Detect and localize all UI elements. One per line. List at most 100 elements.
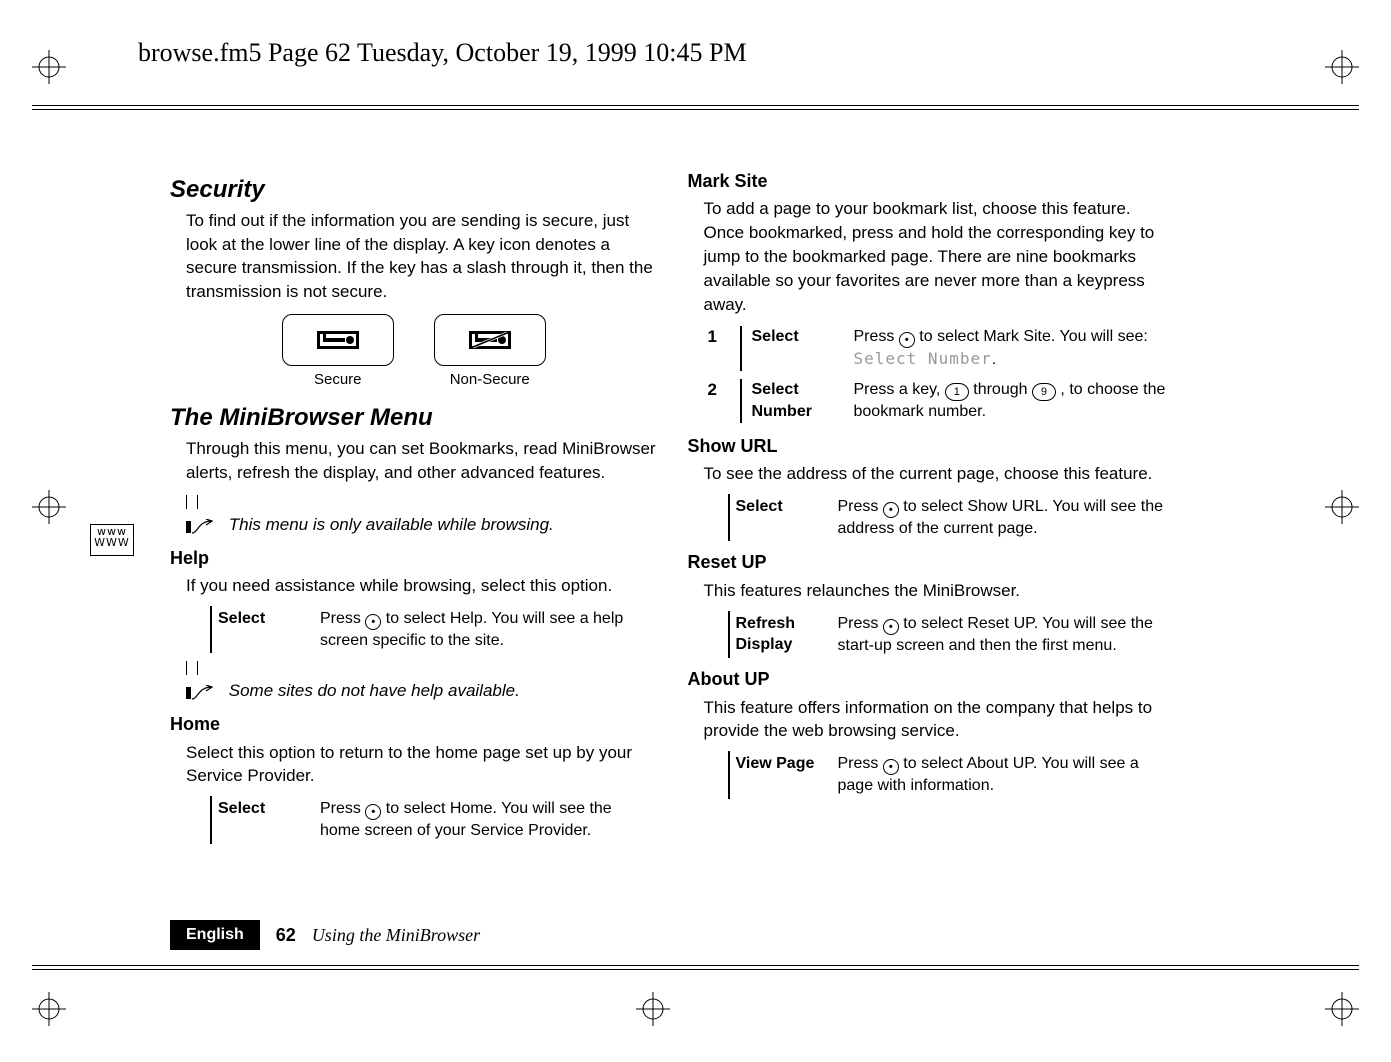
- reset-refresh-label: Refresh Display: [736, 613, 824, 657]
- text: Press: [854, 328, 899, 345]
- text: to select Help. You will see a help scre…: [320, 610, 623, 649]
- about-up-step-table: View Page Press • to select About UP. Yo…: [728, 751, 1176, 799]
- select-key-icon: •: [365, 614, 381, 630]
- left-column: Security To find out if the information …: [170, 170, 658, 848]
- select-key-icon: •: [365, 804, 381, 820]
- about-up-body: This feature offers information on the c…: [704, 696, 1176, 744]
- security-heading: Security: [170, 176, 658, 205]
- reset-refresh-desc: Press • to select Reset UP. You will see…: [838, 613, 1170, 657]
- mark-site-paragraph: To add a page to your bookmark list, cho…: [704, 197, 1176, 316]
- nonsecure-caption: Non-Secure: [434, 370, 546, 390]
- secure-figure: Secure: [282, 314, 394, 390]
- reset-up-paragraph: This features relaunches the MiniBrowser…: [704, 579, 1176, 603]
- table-row: Select Press • to select Home. You will …: [210, 796, 658, 844]
- table-row: Select Press • to select Show URL. You w…: [728, 494, 1176, 542]
- select-key-icon: •: [883, 759, 899, 775]
- note-icon: [186, 659, 220, 675]
- about-view-desc: Press • to select About UP. You will see…: [838, 753, 1170, 797]
- lcd-text: Select Number: [854, 349, 992, 368]
- mark-site-body: To add a page to your bookmark list, cho…: [704, 197, 1176, 316]
- help-paragraph: If you need assistance while browsing, s…: [186, 574, 658, 598]
- text: Press: [838, 498, 883, 515]
- www-margin-icon: www WWW: [90, 524, 134, 556]
- top-rule-2: [32, 109, 1359, 110]
- about-view-label: View Page: [736, 753, 824, 797]
- security-figures: Secure Non-Secure: [170, 314, 658, 390]
- select-key-icon: •: [883, 502, 899, 518]
- www-icon-bot: WWW: [91, 537, 133, 548]
- right-column: Mark Site To add a page to your bookmark…: [688, 170, 1176, 848]
- mark-number-label: Select Number: [752, 379, 840, 423]
- table-row: View Page Press • to select About UP. Yo…: [728, 751, 1176, 799]
- help-body: If you need assistance while browsing, s…: [186, 574, 658, 598]
- registration-mark-tl: [32, 50, 66, 84]
- text: Press: [838, 755, 883, 772]
- show-url-select-label: Select: [736, 496, 824, 540]
- secure-caption: Secure: [282, 370, 394, 390]
- help-select-desc: Press • to select Help. You will see a h…: [320, 608, 652, 652]
- bottom-rule-2: [32, 969, 1359, 970]
- mark-site-step-table: 1 Select Press • to select Mark Site. Yo…: [702, 324, 1176, 424]
- mark-select-desc: Press • to select Mark Site. You will se…: [854, 326, 1170, 371]
- nonsecure-figure: Non-Secure: [434, 314, 546, 390]
- registration-mark-bl: [32, 992, 66, 1026]
- registration-mark-tr: [1325, 50, 1359, 84]
- help-heading: Help: [170, 547, 658, 570]
- reset-up-step-table: Refresh Display Press • to select Reset …: [728, 611, 1176, 659]
- top-rule: [32, 105, 1359, 106]
- home-step-table: Select Press • to select Home. You will …: [210, 796, 658, 844]
- text: through: [973, 381, 1032, 398]
- select-key-icon: •: [883, 619, 899, 635]
- show-url-paragraph: To see the address of the current page, …: [704, 462, 1176, 486]
- registration-mark-bc: [636, 992, 670, 1026]
- footer-section-title: Using the MiniBrowser: [312, 923, 480, 947]
- security-paragraph: To find out if the information you are s…: [186, 209, 658, 304]
- text: Press: [320, 800, 365, 817]
- nonsecure-key-icon: [434, 314, 546, 366]
- language-badge: English: [170, 920, 260, 950]
- keypad-1-icon: 1: [945, 383, 969, 401]
- reset-up-heading: Reset UP: [688, 551, 1176, 574]
- text: Press: [320, 610, 365, 627]
- secure-key-icon: [282, 314, 394, 366]
- note-icon: [186, 493, 220, 509]
- show-url-step-table: Select Press • to select Show URL. You w…: [728, 494, 1176, 542]
- home-paragraph: Select this option to return to the home…: [186, 741, 658, 789]
- table-row: 1 Select Press • to select Mark Site. Yo…: [702, 324, 1176, 373]
- home-select-label: Select: [218, 798, 306, 842]
- table-row: Refresh Display Press • to select Reset …: [728, 611, 1176, 659]
- select-key-icon: •: [899, 332, 915, 348]
- show-url-select-desc: Press • to select Show URL. You will see…: [838, 496, 1170, 540]
- text: .: [992, 351, 996, 368]
- text: Press a key,: [854, 381, 945, 398]
- mark-number-desc: Press a key, 1 through 9 , to choose the…: [854, 379, 1170, 423]
- about-up-heading: About UP: [688, 668, 1176, 691]
- table-row: Select Press • to select Help. You will …: [210, 606, 658, 654]
- step-number: 1: [708, 326, 726, 371]
- page-header-line: browse.fm5 Page 62 Tuesday, October 19, …: [138, 35, 747, 70]
- page-columns: Security To find out if the information …: [170, 170, 1175, 848]
- show-url-body: To see the address of the current page, …: [704, 462, 1176, 486]
- registration-mark-mr: [1325, 490, 1359, 524]
- reset-up-body: This features relaunches the MiniBrowser…: [704, 579, 1176, 603]
- registration-mark-ml: [32, 490, 66, 524]
- menu-note-text: This menu is only available while browsi…: [229, 515, 554, 534]
- help-select-label: Select: [218, 608, 306, 652]
- minibrowser-menu-body: Through this menu, you can set Bookmarks…: [186, 437, 658, 485]
- text: Press: [838, 615, 883, 632]
- table-row: 2 Select Number Press a key, 1 through 9…: [702, 377, 1176, 425]
- show-url-heading: Show URL: [688, 435, 1176, 458]
- mark-site-heading: Mark Site: [688, 170, 1176, 193]
- step-number: 2: [708, 379, 726, 423]
- text: to select Mark Site. You will see:: [919, 328, 1148, 345]
- bottom-rule: [32, 965, 1359, 966]
- page-footer: English 62 Using the MiniBrowser: [170, 920, 480, 950]
- page-number: 62: [276, 923, 296, 947]
- help-note: Some sites do not have help available.: [186, 659, 658, 703]
- help-step-table: Select Press • to select Help. You will …: [210, 606, 658, 654]
- keypad-9-icon: 9: [1032, 383, 1056, 401]
- menu-paragraph: Through this menu, you can set Bookmarks…: [186, 437, 658, 485]
- help-note-text: Some sites do not have help available.: [229, 681, 520, 700]
- home-body: Select this option to return to the home…: [186, 741, 658, 789]
- registration-mark-br: [1325, 992, 1359, 1026]
